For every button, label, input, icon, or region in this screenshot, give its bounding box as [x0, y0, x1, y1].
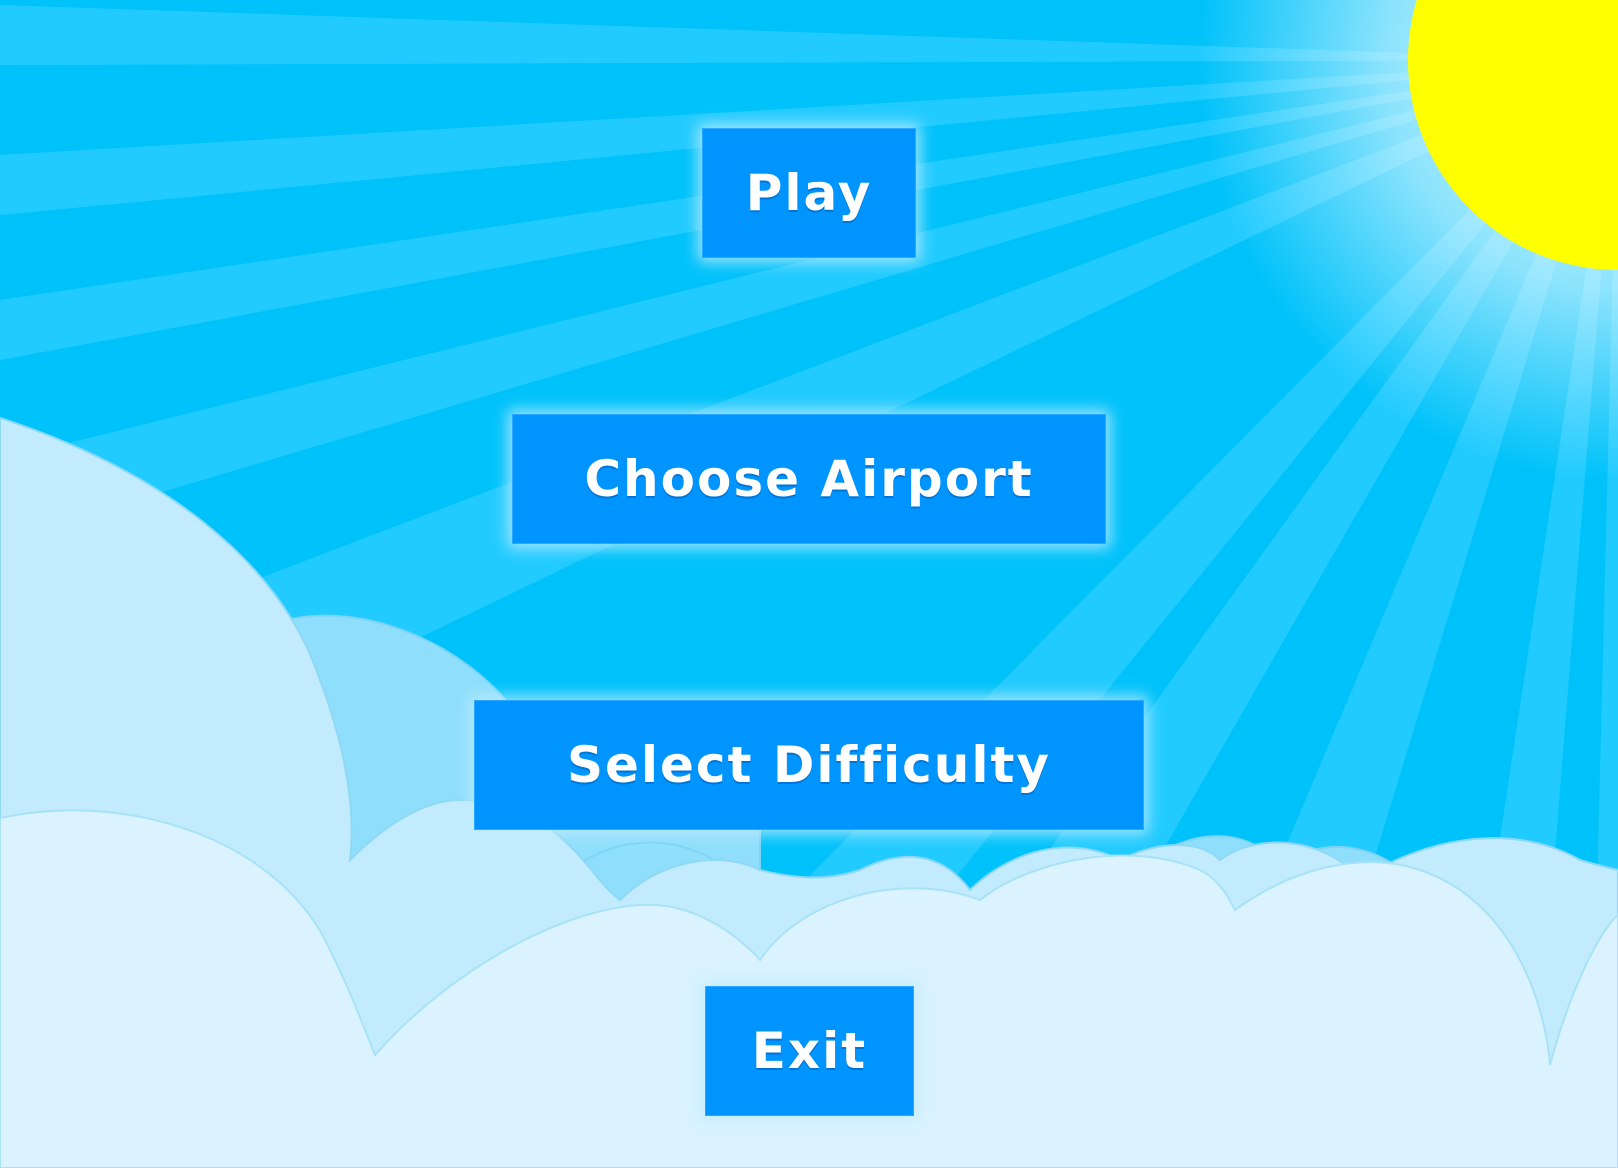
choose-airport-button[interactable]: Choose Airport [512, 414, 1106, 544]
choose-airport-button-label: Choose Airport [584, 450, 1034, 508]
exit-button[interactable]: Exit [705, 986, 914, 1116]
select-difficulty-button-label: Select Difficulty [566, 736, 1052, 794]
play-button-label: Play [745, 164, 873, 222]
main-menu-screen: Play Choose Airport Select Difficulty Ex… [0, 0, 1618, 1168]
play-button[interactable]: Play [702, 128, 916, 258]
exit-button-label: Exit [751, 1022, 868, 1080]
select-difficulty-button[interactable]: Select Difficulty [474, 700, 1144, 830]
